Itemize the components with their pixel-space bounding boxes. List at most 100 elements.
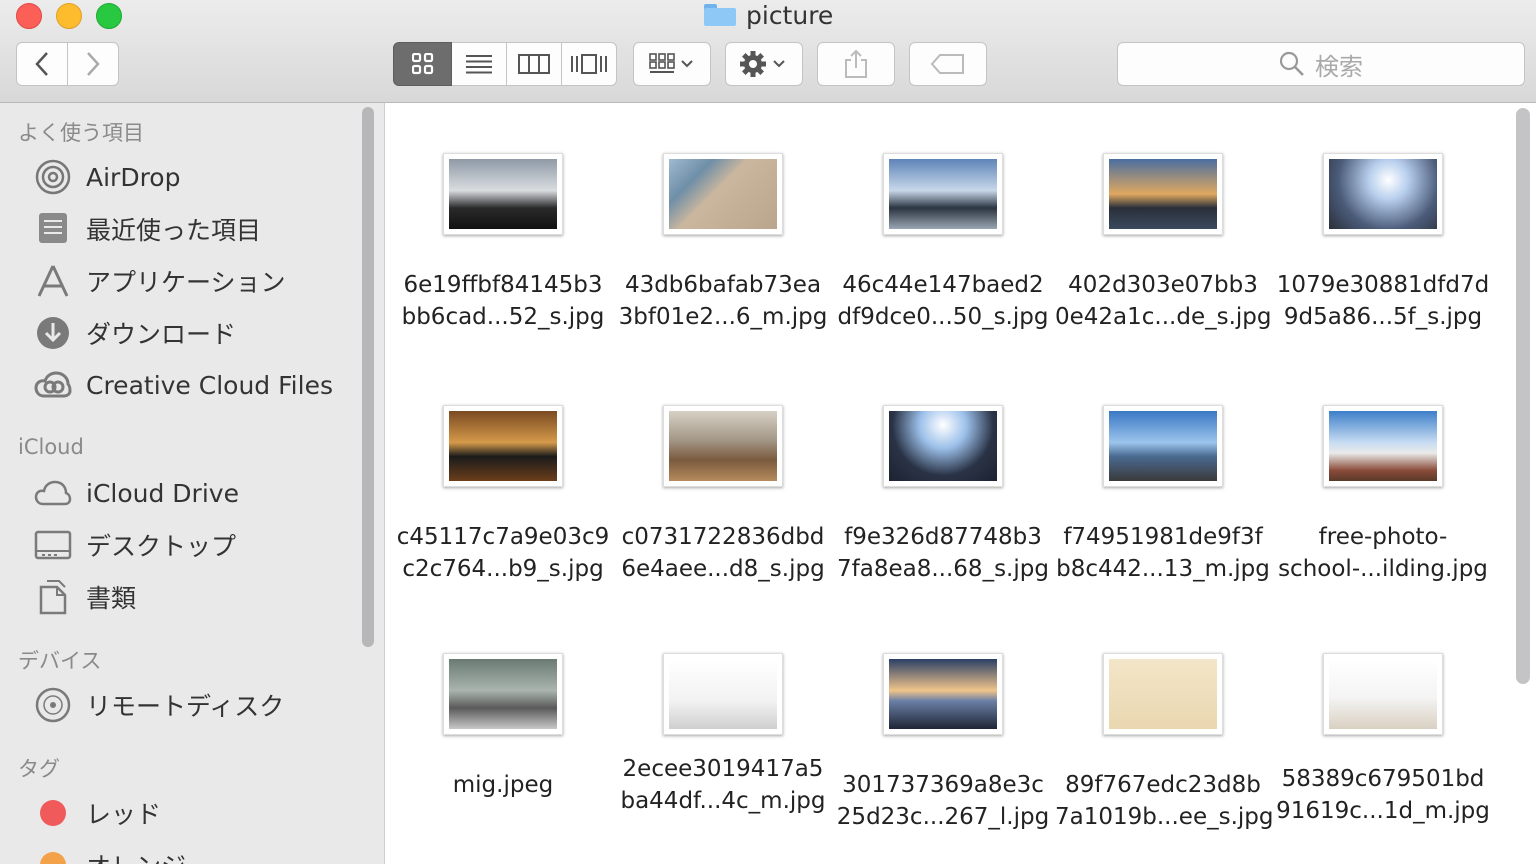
file-item[interactable]: 402d303e07bb3 0e42a1c...de_s.jpg xyxy=(1055,135,1272,333)
image-thumbnail-icon xyxy=(669,659,777,729)
file-item[interactable]: 2ecee3019417a5 ba44df...4c_m.jpg xyxy=(615,635,831,817)
file-thumbnail xyxy=(883,653,1003,735)
image-thumbnail-icon xyxy=(1329,159,1437,229)
gallery-view-button[interactable] xyxy=(562,42,617,86)
file-item[interactable]: free-photo-school-...ilding.jpg xyxy=(1275,387,1491,585)
file-thumbnail-wrap xyxy=(835,387,1051,487)
sidebar-item-label: iCloud Drive xyxy=(86,478,239,508)
file-name: 6e19ffbf84145b3 bb6cad...52_s.jpg xyxy=(395,269,611,333)
file-thumbnail xyxy=(883,405,1003,487)
file-name-line: c2c764...b9_s.jpg xyxy=(402,556,604,582)
file-item[interactable]: f9e326d87748b3 7fa8ea8...68_s.jpg xyxy=(835,387,1051,585)
file-thumbnail-wrap xyxy=(1055,387,1271,487)
sidebar-item-remote-disc[interactable]: リモートディスク xyxy=(34,685,284,725)
download-icon xyxy=(34,314,72,352)
file-thumbnail-wrap xyxy=(615,135,831,235)
file-name: c0731722836dbd 6e4aee...d8_s.jpg xyxy=(615,521,831,585)
file-thumbnail-wrap xyxy=(615,387,831,487)
file-name: f74951981de9f3f b8c442...13_m.jpg xyxy=(1055,521,1271,585)
zoom-button[interactable] xyxy=(96,3,122,29)
tag-icon xyxy=(930,54,964,74)
file-thumbnail-wrap xyxy=(1275,135,1491,235)
sidebar-item-desktop[interactable]: デスクトップ xyxy=(34,525,236,565)
image-thumbnail-icon xyxy=(1109,159,1217,229)
desktop-icon xyxy=(34,526,72,564)
file-name-line: ba44df...4c_m.jpg xyxy=(620,788,826,814)
icon-view-button[interactable] xyxy=(393,42,452,86)
forward-button[interactable] xyxy=(67,42,119,86)
file-name-line: school-...ilding.jpg xyxy=(1278,556,1488,582)
file-name-line: f74951981de9f3f xyxy=(1063,524,1263,550)
image-thumbnail-icon xyxy=(669,159,777,229)
view-mode-control xyxy=(393,42,617,86)
file-name: f9e326d87748b3 7fa8ea8...68_s.jpg xyxy=(835,521,1051,585)
file-item[interactable]: 301737369a8e3c 25d23c...267_l.jpg xyxy=(835,635,1051,833)
sidebar-item-tag-red[interactable]: レッド xyxy=(34,793,161,833)
file-item[interactable]: mig.jpeg xyxy=(395,635,611,801)
folder-icon xyxy=(704,4,736,26)
file-thumbnail xyxy=(1323,405,1443,487)
list-view-button[interactable] xyxy=(452,42,507,86)
file-item[interactable]: 58389c679501bd 91619c...1d_m.jpg xyxy=(1275,635,1491,827)
file-thumbnail xyxy=(883,153,1003,235)
file-thumbnail-wrap xyxy=(835,635,1051,735)
sidebar-item-tag-orange[interactable]: オレンジ xyxy=(34,845,186,864)
file-item[interactable]: c0731722836dbd 6e4aee...d8_s.jpg xyxy=(615,387,831,585)
file-name-line: 402d303e07bb3 xyxy=(1068,272,1258,298)
image-thumbnail-icon xyxy=(889,659,997,729)
file-thumbnail-wrap xyxy=(395,635,611,735)
image-thumbnail-icon xyxy=(889,159,997,229)
image-thumbnail-icon xyxy=(1329,411,1437,481)
image-thumbnail-icon xyxy=(669,411,777,481)
file-name-line: 0e42a1c...de_s.jpg xyxy=(1055,304,1272,330)
minimize-button[interactable] xyxy=(56,3,82,29)
sidebar-item-label: オレンジ xyxy=(86,847,186,864)
content-scrollbar[interactable] xyxy=(1516,108,1530,684)
file-item[interactable]: 6e19ffbf84145b3 bb6cad...52_s.jpg xyxy=(395,135,611,333)
tag-button[interactable] xyxy=(909,42,987,86)
image-thumbnail-icon xyxy=(449,159,557,229)
search-placeholder: 検索 xyxy=(1315,52,1363,81)
action-button[interactable] xyxy=(725,42,803,86)
file-name-line: 91619c...1d_m.jpg xyxy=(1276,798,1490,824)
file-item[interactable]: 89f767edc23d8b 7a1019b...ee_s.jpg xyxy=(1055,635,1273,833)
sidebar-item-applications[interactable]: アプリケーション xyxy=(34,261,286,301)
recents-icon xyxy=(34,210,72,248)
back-button[interactable] xyxy=(16,42,68,86)
creative-cloud-icon xyxy=(34,366,72,404)
sidebar-item-documents[interactable]: 書類 xyxy=(34,577,136,617)
sidebar: よく使う項目 AirDrop 最近使った項目 アプリケーション ダウンロード C… xyxy=(0,103,385,864)
window-title: picture xyxy=(704,0,833,30)
sidebar-item-recents[interactable]: 最近使った項目 xyxy=(34,209,261,249)
file-name: 43db6bafab73ea 3bf01e2...6_m.jpg xyxy=(615,269,831,333)
window-title-text: picture xyxy=(746,0,834,30)
close-button[interactable] xyxy=(16,3,42,29)
file-name-line: 6e4aee...d8_s.jpg xyxy=(621,556,825,582)
list-view-icon xyxy=(466,55,492,74)
search-field[interactable]: 検索 xyxy=(1117,42,1525,86)
sidebar-item-creative-cloud[interactable]: Creative Cloud Files xyxy=(34,365,333,405)
sidebar-section-favorites: よく使う項目 xyxy=(18,121,144,145)
gear-icon xyxy=(740,51,785,77)
file-item[interactable]: 46c44e147baed2 df9dce0...50_s.jpg xyxy=(835,135,1051,333)
file-item[interactable]: 1079e30881dfd7d 9d5a86...5f_s.jpg xyxy=(1275,135,1491,333)
sidebar-item-icloud-drive[interactable]: iCloud Drive xyxy=(34,473,239,513)
file-item[interactable]: 43db6bafab73ea 3bf01e2...6_m.jpg xyxy=(615,135,831,333)
sidebar-scrollbar[interactable] xyxy=(362,107,374,647)
share-button[interactable] xyxy=(817,42,895,86)
file-name-line: 58389c679501bd xyxy=(1281,766,1485,792)
file-name-line: mig.jpeg xyxy=(452,772,554,798)
file-name-line: 89f767edc23d8b xyxy=(1065,772,1261,798)
sidebar-item-label: 書類 xyxy=(86,584,137,613)
sidebar-item-airdrop[interactable]: AirDrop xyxy=(34,157,180,197)
file-name: 402d303e07bb3 0e42a1c...de_s.jpg xyxy=(1055,269,1272,333)
image-thumbnail-icon xyxy=(889,411,997,481)
file-item[interactable]: f74951981de9f3f b8c442...13_m.jpg xyxy=(1055,387,1271,585)
file-thumbnail xyxy=(663,653,783,735)
arrange-button[interactable] xyxy=(633,42,711,86)
sidebar-item-downloads[interactable]: ダウンロード xyxy=(34,313,236,353)
file-item[interactable]: c45117c7a9e03c9 c2c764...b9_s.jpg xyxy=(395,387,611,585)
column-view-button[interactable] xyxy=(507,42,562,86)
image-thumbnail-icon xyxy=(1109,659,1217,729)
file-thumbnail-wrap xyxy=(1275,387,1491,487)
